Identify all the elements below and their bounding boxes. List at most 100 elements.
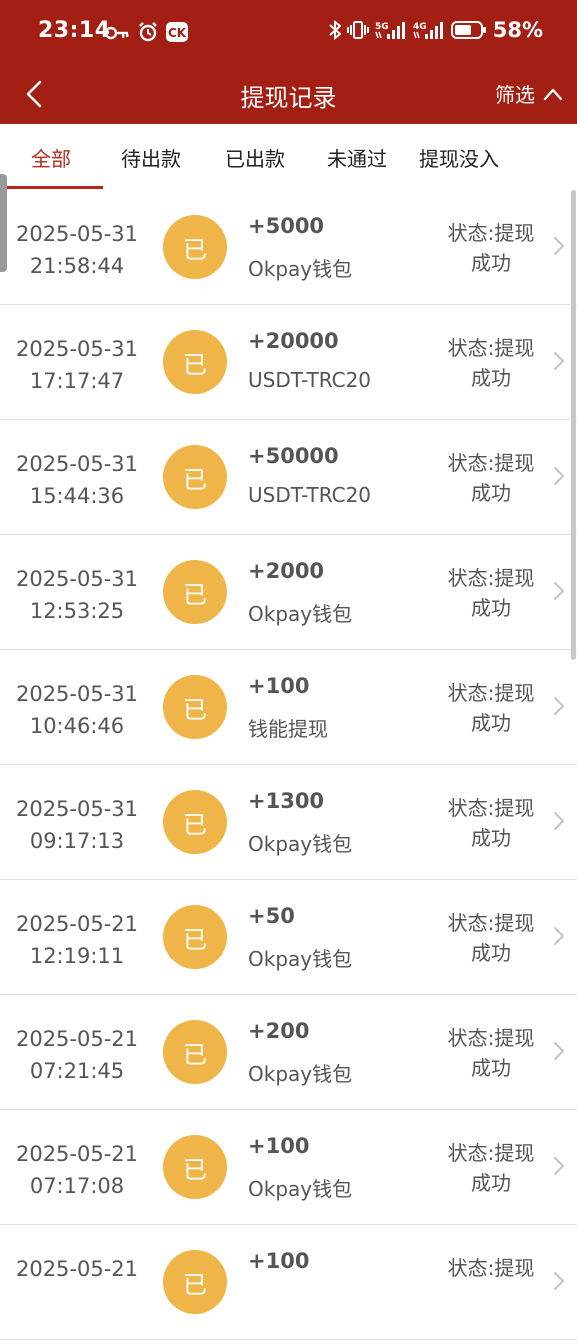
- record-datetime: 2025-05-31 09:17:13: [0, 793, 154, 857]
- tab-pending[interactable]: 待出款: [121, 143, 181, 172]
- record-row[interactable]: 2025-05-21 12:19:11 已 +50 Okpay钱包 状态:提现 成功: [0, 880, 577, 995]
- record-status: 状态:提现 成功: [438, 908, 544, 968]
- record-status-line1: 状态:提现: [447, 1141, 535, 1165]
- scrollbar[interactable]: [571, 190, 576, 660]
- chevron-right-icon: [552, 350, 566, 372]
- record-method: USDT-TRC20: [248, 368, 372, 392]
- record-date: 2025-05-31: [15, 337, 139, 361]
- record-time: 07:17:08: [29, 1174, 125, 1198]
- record-row[interactable]: 2025-05-31 09:17:13 已 +1300 Okpay钱包 状态:提现 成功: [0, 765, 577, 880]
- record-datetime: 2025-05-21 07:21:45: [0, 1023, 154, 1087]
- record-method: Okpay钱包: [248, 1177, 353, 1201]
- record-row[interactable]: 2025-05-31 17:17:47 已 +20000 USDT-TRC20 状态:提现…: [0, 305, 577, 420]
- record-datetime: 2025-05-21 12:19:11: [0, 908, 154, 972]
- withdrawal-record-list: 2025-05-31 21:58:44 已 +5000 Okpay钱包 状态:提现 成功 20…: [0, 190, 577, 1340]
- record-row[interactable]: 2025-05-31 10:46:46 已 +100 钱能提现 状态:提现 成功: [0, 650, 577, 765]
- record-row[interactable]: 2025-05-31 21:58:44 已 +5000 Okpay钱包 状态:提现 成功: [0, 190, 577, 305]
- chevron-right-icon: [552, 465, 566, 487]
- record-datetime: 2025-05-31 15:44:36: [0, 448, 154, 512]
- tab-rejected[interactable]: 未通过: [327, 143, 387, 172]
- status-left-icons: CK: [104, 22, 188, 46]
- status-time: 23:14: [38, 18, 111, 43]
- record-date: 2025-05-21: [15, 1257, 139, 1281]
- status-tabs: 全部 待出款 已出款 未通过 提现没入: [0, 124, 577, 191]
- record-date: 2025-05-21: [15, 1142, 139, 1166]
- alarm-icon: [138, 22, 158, 46]
- key-icon: [104, 25, 130, 44]
- page-title: 提现记录: [240, 84, 337, 112]
- status-badge: 已: [163, 560, 227, 624]
- status-badge: 已: [163, 1020, 227, 1084]
- record-row[interactable]: 2025-05-21 07:21:45 已 +200 Okpay钱包 状态:提现 成功: [0, 995, 577, 1110]
- record-time: 07:21:45: [29, 1059, 125, 1083]
- record-row[interactable]: 2025-05-21 07:17:08 已 +100 Okpay钱包 状态:提现 成功: [0, 1110, 577, 1225]
- record-status-line1: 状态:提现: [447, 1256, 535, 1280]
- status-badge: 已: [163, 1135, 227, 1199]
- record-method: Okpay钱包: [248, 257, 353, 281]
- record-amount: +5000: [248, 214, 325, 238]
- status-right-icons: 5G 4G 58%: [329, 18, 543, 42]
- record-status-line1: 状态:提现: [447, 796, 535, 820]
- record-amount: +100: [248, 674, 310, 698]
- record-status-line2: 成功: [471, 366, 511, 390]
- record-amount: +50000: [248, 444, 339, 468]
- record-time: 21:58:44: [29, 254, 125, 278]
- record-row[interactable]: 2025-05-21 已 +100 状态:提现: [0, 1225, 577, 1340]
- active-tab-indicator: [0, 186, 103, 189]
- filter-button[interactable]: 筛选: [495, 79, 563, 108]
- record-time: 17:17:47: [29, 369, 125, 393]
- record-amount: +1300: [248, 789, 325, 813]
- status-badge: 已: [163, 445, 227, 509]
- record-amount: +100: [248, 1134, 310, 1158]
- record-method: Okpay钱包: [248, 602, 353, 626]
- record-time: 12:19:11: [29, 944, 125, 968]
- vibrate-icon: [346, 20, 369, 40]
- record-status: 状态:提现 成功: [438, 448, 544, 508]
- status-badge: 已: [163, 790, 227, 854]
- chevron-right-icon: [552, 695, 566, 717]
- status-badge: 已: [163, 330, 227, 394]
- record-row[interactable]: 2025-05-31 12:53:25 已 +2000 Okpay钱包 状态:提现 成功: [0, 535, 577, 650]
- chevron-right-icon: [552, 235, 566, 257]
- status-badge: 已: [163, 905, 227, 969]
- record-amount: +50: [248, 904, 295, 928]
- record-status: 状态:提现 成功: [438, 1138, 544, 1198]
- record-status-line1: 状态:提现: [447, 1026, 535, 1050]
- edge-handle[interactable]: [0, 174, 7, 272]
- record-status: 状态:提现 成功: [438, 793, 544, 853]
- record-status-line1: 状态:提现: [447, 681, 535, 705]
- battery-percent: 58%: [492, 18, 543, 42]
- tab-not-received[interactable]: 提现没入: [419, 143, 499, 172]
- tab-all[interactable]: 全部: [31, 143, 71, 172]
- svg-text:CK: CK: [168, 26, 187, 40]
- record-time: 15:44:36: [29, 484, 125, 508]
- record-date: 2025-05-21: [15, 1027, 139, 1051]
- record-date: 2025-05-31: [15, 452, 139, 476]
- record-datetime: 2025-05-21: [0, 1253, 154, 1285]
- record-datetime: 2025-05-31 10:46:46: [0, 678, 154, 742]
- record-status-line2: 成功: [471, 1056, 511, 1080]
- record-datetime: 2025-05-31 21:58:44: [0, 218, 154, 282]
- record-status: 状态:提现: [438, 1253, 544, 1283]
- record-date: 2025-05-31: [15, 222, 139, 246]
- record-method: USDT-TRC20: [248, 483, 372, 507]
- record-status: 状态:提现 成功: [438, 678, 544, 738]
- record-datetime: 2025-05-31 17:17:47: [0, 333, 154, 397]
- chevron-right-icon: [552, 810, 566, 832]
- top-nav-bar: 提现记录 筛选: [0, 68, 577, 124]
- signal-5g-icon: 5G: [375, 20, 407, 40]
- battery-icon: [450, 20, 487, 40]
- record-status: 状态:提现 成功: [438, 333, 544, 393]
- record-method: Okpay钱包: [248, 832, 353, 856]
- record-status-line1: 状态:提现: [447, 451, 535, 475]
- record-row[interactable]: 2025-05-31 15:44:36 已 +50000 USDT-TRC20 状态:提现…: [0, 420, 577, 535]
- tab-paid[interactable]: 已出款: [225, 143, 285, 172]
- signal1-label: 5G: [375, 22, 389, 32]
- record-amount: +200: [248, 1019, 310, 1043]
- record-status-line2: 成功: [471, 251, 511, 275]
- record-date: 2025-05-31: [15, 682, 139, 706]
- record-time: 12:53:25: [29, 599, 125, 623]
- filter-label: 筛选: [495, 83, 535, 107]
- record-datetime: 2025-05-31 12:53:25: [0, 563, 154, 627]
- record-date: 2025-05-31: [15, 567, 139, 591]
